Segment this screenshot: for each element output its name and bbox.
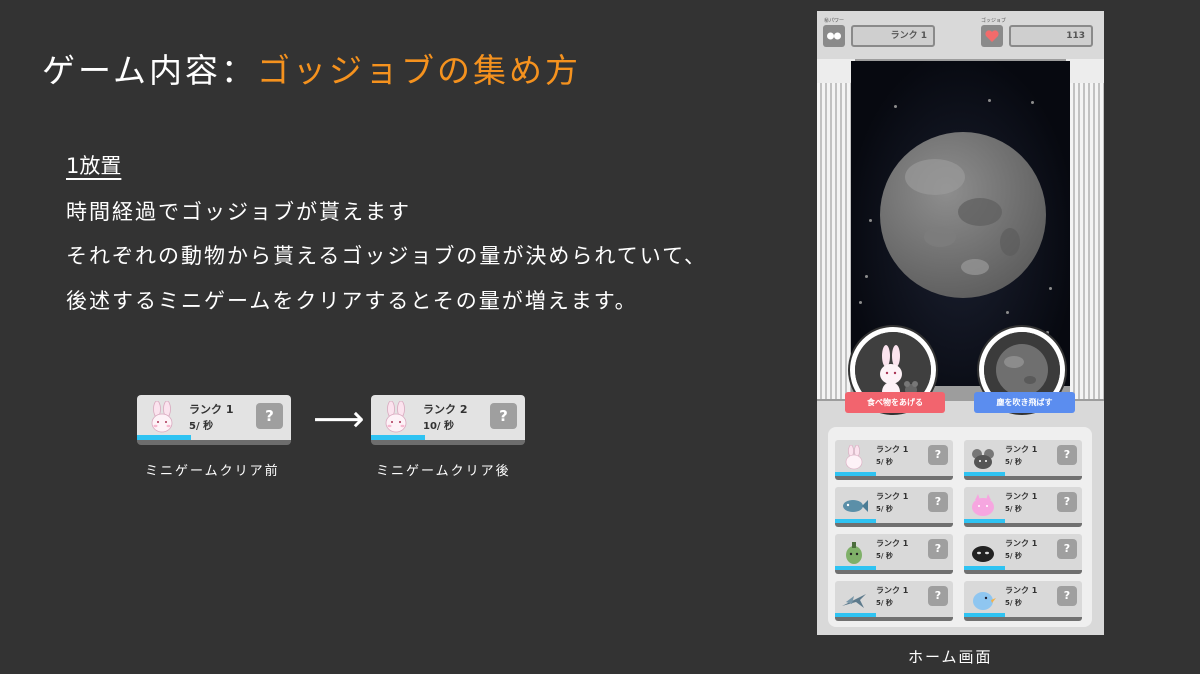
title-prefix: ゲーム内容： (42, 51, 258, 90)
rabbit-icon (151, 401, 173, 433)
plane-icon (842, 594, 866, 608)
card-rate: 5/ 秒 (189, 421, 214, 432)
animal-card-3[interactable]: ランク 1 5/ 秒? (835, 487, 953, 527)
caption-after: ミニゲームクリア後 (376, 464, 511, 479)
card-rank: ランク 1 (1005, 492, 1038, 501)
fish-icon (843, 500, 868, 512)
card-rank: ランク 1 (1005, 539, 1038, 548)
body-line-1: 時間経過でゴッジョブが貰えます (66, 200, 411, 224)
card-rate: 5/ 秒 (1005, 552, 1022, 560)
help-button[interactable]: ? (1057, 445, 1077, 465)
progress-bar (835, 613, 877, 617)
help-button[interactable]: ? (1057, 586, 1077, 606)
home-screen: ㊙パワー ランク 1 ゴッジョブ 113 食べ物をあげる 塵を吹き飛ばす ランク… (817, 11, 1104, 635)
example-card-after: ランク 2 10/ 秒 ? (371, 395, 525, 445)
help-button[interactable]: ? (928, 586, 948, 606)
animal-card-7[interactable]: ランク 1 5/ 秒? (835, 581, 953, 621)
example-card-before: ランク 1 5/ 秒 ? (137, 395, 291, 445)
moon-image[interactable] (880, 132, 1046, 298)
help-button[interactable]: ? (1057, 539, 1077, 559)
progress-bar (964, 613, 1006, 617)
heart-icon (985, 30, 999, 42)
card-rank: ランク 1 (1005, 586, 1038, 595)
animal-card-1[interactable]: ランク 1 5/ 秒? (835, 440, 953, 480)
card-rank: ランク 1 (876, 586, 909, 595)
blue-bird-icon (973, 592, 996, 610)
card-rate: 5/ 秒 (876, 505, 893, 513)
animal-card-6[interactable]: ランク 1 5/ 秒? (964, 534, 1082, 574)
green-creature-icon (846, 542, 862, 564)
moon-craters (905, 159, 1020, 275)
progress-bar (137, 435, 191, 440)
body-line-3: 後述するミニゲームをクリアするとその量が増えます。 (66, 289, 638, 313)
right-pillar (1070, 81, 1104, 399)
card-rank: ランク 1 (1005, 445, 1038, 454)
black-blob-icon (972, 546, 994, 562)
card-rank: ランク 2 (423, 403, 468, 416)
help-button[interactable]: ? (1057, 492, 1077, 512)
help-button[interactable]: ? (256, 403, 283, 429)
help-button[interactable]: ? (490, 403, 517, 429)
progress-bar (964, 472, 1006, 476)
card-rank: ランク 1 (876, 445, 909, 454)
card-rate: 5/ 秒 (876, 552, 893, 560)
slide-title: ゲーム内容：ゴッジョブの集め方 (42, 44, 581, 92)
section-heading: 1放置 (66, 154, 122, 178)
progress-bar (964, 519, 1006, 523)
progress-bar (835, 566, 877, 570)
blow-dust-button[interactable]: 塵を吹き飛ばす (974, 392, 1075, 413)
rabbit-icon (385, 401, 407, 433)
left-pillar-cap (817, 59, 855, 83)
card-rank: ランク 1 (189, 403, 234, 416)
glasses-icon (827, 32, 841, 40)
progress-bar (371, 435, 425, 440)
caption-before: ミニゲームクリア前 (145, 464, 280, 479)
gojob-label: ゴッジョブ (981, 18, 1007, 24)
arrow-right-icon: ⟶ (313, 399, 365, 440)
animal-card-2[interactable]: ランク 1 5/ 秒? (964, 440, 1082, 480)
help-button[interactable]: ? (928, 492, 948, 512)
home-screen-caption: ホーム画面 (908, 648, 993, 666)
card-rate: 5/ 秒 (876, 599, 893, 607)
card-rank: ランク 1 (876, 539, 909, 548)
mouse-icon (972, 449, 994, 469)
power-rank-field: ランク 1 (851, 25, 935, 47)
progress-bar (835, 472, 877, 476)
help-button[interactable]: ? (928, 539, 948, 559)
power-label: ㊙パワー (824, 18, 845, 24)
rabbit-icon (845, 445, 863, 470)
card-rank: ランク 1 (876, 492, 909, 501)
card-rate: 5/ 秒 (876, 458, 893, 466)
body-line-2: それぞれの動物から貰えるゴッジョブの量が決められていて、 (66, 244, 708, 268)
right-pillar-cap (1066, 59, 1104, 83)
card-rate: 5/ 秒 (1005, 599, 1022, 607)
progress-bar (835, 519, 877, 523)
left-pillar (817, 81, 851, 399)
card-rate: 5/ 秒 (1005, 458, 1022, 466)
animal-card-8[interactable]: ランク 1 5/ 秒? (964, 581, 1082, 621)
animal-card-4[interactable]: ランク 1 5/ 秒? (964, 487, 1082, 527)
pink-blob-icon (972, 494, 994, 516)
gojob-counter: 113 (1009, 25, 1093, 47)
progress-bar (964, 566, 1006, 570)
help-button[interactable]: ? (928, 445, 948, 465)
card-rate: 10/ 秒 (423, 421, 455, 432)
title-accent: ゴッジョブの集め方 (257, 51, 582, 90)
feed-button[interactable]: 食べ物をあげる (845, 392, 945, 413)
power-button[interactable] (823, 25, 845, 47)
card-rate: 5/ 秒 (1005, 505, 1022, 513)
gojob-button[interactable] (981, 25, 1003, 47)
animal-card-5[interactable]: ランク 1 5/ 秒? (835, 534, 953, 574)
